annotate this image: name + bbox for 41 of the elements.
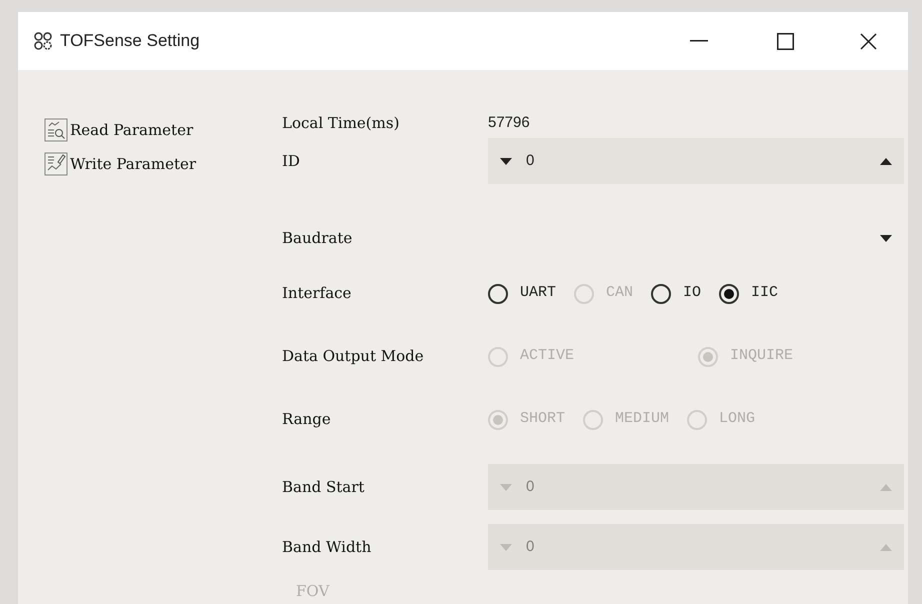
- radio-option[interactable]: IIC: [719, 282, 778, 305]
- field-label: Data Output Mode: [282, 346, 425, 368]
- minimize-icon: [690, 40, 708, 42]
- option-label: CAN: [606, 283, 634, 304]
- value-text: 57796: [488, 113, 530, 134]
- radio-button[interactable]: [719, 284, 740, 304]
- maximize-icon: [776, 32, 794, 50]
- document-search-icon: [44, 118, 68, 142]
- radio-button[interactable]: [651, 284, 672, 304]
- field-label: Band Start: [282, 476, 366, 498]
- spin-value: 0: [526, 536, 536, 557]
- field-label: Band Width: [282, 536, 372, 558]
- window-title: TOFSense Setting: [60, 30, 200, 52]
- option-label: SHORT: [520, 409, 566, 430]
- spin-value: 0: [526, 476, 536, 497]
- up-arrow-icon[interactable]: [880, 158, 892, 164]
- option-label: IIC: [751, 283, 778, 304]
- spin-box[interactable]: 0: [488, 138, 904, 184]
- field-label: Local Time(ms): [282, 113, 400, 134]
- field-label: Baudrate: [282, 228, 354, 249]
- option-label: ACTIVE: [520, 346, 574, 366]
- field-label: Range: [282, 409, 332, 430]
- app-icon: [34, 32, 52, 50]
- field-label: ID: [282, 150, 301, 172]
- sidebar-button[interactable]: Read Parameter: [44, 118, 282, 142]
- option-label: UART: [520, 283, 556, 304]
- field-label: FOV: [295, 580, 330, 602]
- radio-option[interactable]: UART: [488, 282, 556, 305]
- option-label: IO: [683, 283, 702, 304]
- down-arrow-icon[interactable]: [880, 234, 892, 242]
- radio-option[interactable]: IO: [651, 282, 702, 305]
- sidebar-button[interactable]: Write Parameter: [44, 152, 282, 176]
- field-label: Interface: [282, 283, 352, 304]
- option-label: MEDIUM: [615, 409, 670, 430]
- document-pencil-icon: [44, 152, 68, 176]
- option-label: INQUIRE: [730, 346, 794, 366]
- down-arrow-icon[interactable]: [500, 158, 512, 164]
- radio-button[interactable]: [488, 284, 508, 304]
- option-label: LONG: [719, 409, 756, 430]
- close-icon: [860, 32, 876, 50]
- spin-value: 0: [526, 150, 536, 171]
